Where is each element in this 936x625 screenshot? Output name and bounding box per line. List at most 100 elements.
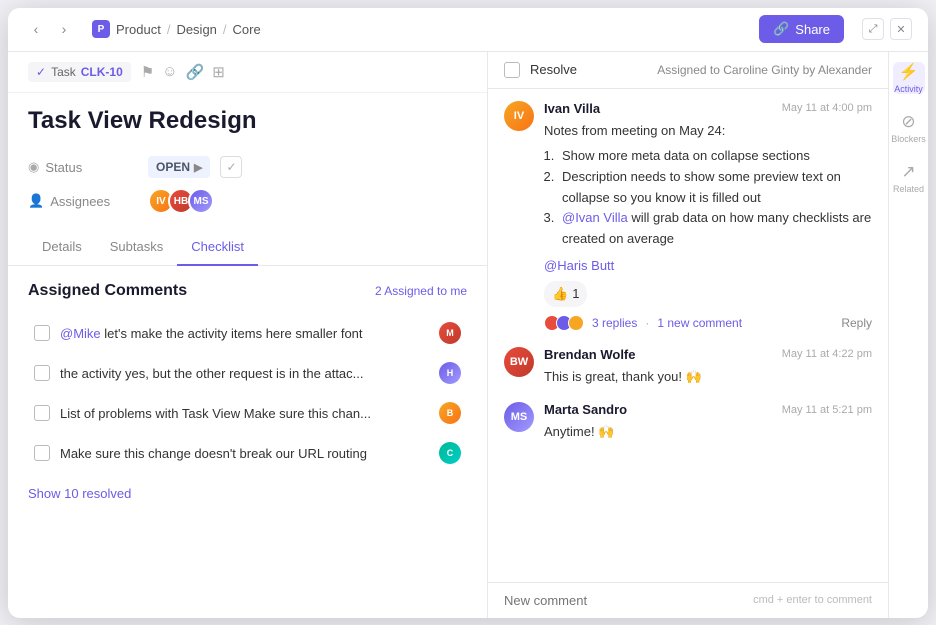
mention-ivan[interactable]: @Ivan Villa (562, 210, 628, 225)
list-item[interactable]: Make sure this change doesn't break our … (28, 434, 467, 472)
breadcrumb-product[interactable]: Product (116, 22, 161, 37)
breadcrumb-design[interactable]: Design (176, 22, 216, 37)
comment-author-ivan: Ivan Villa (544, 101, 600, 116)
task-fields: ◉ Status OPEN ▶ ✓ 👤 Assignees (8, 145, 487, 229)
comment-text-ivan: Notes from meeting on May 24: Show more … (544, 121, 872, 307)
comment-content-ivan: Ivan Villa May 11 at 4:00 pm Notes from … (544, 101, 872, 331)
comment-text-brendan: This is great, thank you! 🙌 (544, 367, 872, 387)
flag-icon[interactable]: ⚑ (141, 63, 154, 81)
window-minimize-button[interactable]: ⤢ (862, 18, 884, 40)
list-item[interactable]: List of problems with Task View Make sur… (28, 394, 467, 432)
sidebar-related-button[interactable]: ↗ Related (893, 162, 925, 194)
list-item-1: Show more meta data on collapse sections (558, 146, 872, 167)
comment-time-marta: May 11 at 5:21 pm (782, 404, 872, 416)
show-resolved-link[interactable]: Show 10 resolved (28, 486, 131, 501)
share-button[interactable]: 🔗 Share (759, 15, 844, 43)
checkbox-2[interactable] (34, 365, 50, 381)
comment-content-brendan: Brendan Wolfe May 11 at 4:22 pm This is … (544, 347, 872, 387)
tab-checklist[interactable]: Checklist (177, 229, 258, 266)
forward-button[interactable]: › (52, 17, 76, 41)
task-tag: ✓ Task CLK-10 (28, 62, 131, 82)
checklist-items: @Mike let's make the activity items here… (28, 314, 467, 472)
task-meta-bar: ✓ Task CLK-10 ⚑ ☺ 🔗 ⊞ (8, 52, 487, 93)
comment-avatar-marta: MS (504, 402, 534, 432)
list-item[interactable]: @Mike let's make the activity items here… (28, 314, 467, 352)
app-icon: P (92, 20, 110, 38)
comment-header-ivan: Ivan Villa May 11 at 4:00 pm (544, 101, 872, 116)
main-content: ✓ Task CLK-10 ⚑ ☺ 🔗 ⊞ Task View Redesign (8, 52, 928, 618)
blockers-icon: ⊘ (901, 112, 915, 132)
comment-text-marta: Anytime! 🙌 (544, 422, 872, 442)
checkbox-3[interactable] (34, 405, 50, 421)
list-item[interactable]: the activity yes, but the other request … (28, 354, 467, 392)
back-button[interactable]: ‹ (24, 17, 48, 41)
comment-input[interactable] (504, 593, 743, 608)
resolve-label: Resolve (530, 62, 577, 77)
comment-header-marta: Marta Sandro May 11 at 5:21 pm (544, 402, 872, 417)
item-avatar-2: H (439, 362, 461, 384)
reaction-count: 1 (572, 284, 579, 304)
item-avatar-1: M (439, 322, 461, 344)
mention-haris[interactable]: @Haris Butt (544, 258, 614, 273)
window-close-button[interactable]: ✕ (890, 18, 912, 40)
app-window: ‹ › P Product / Design / Core 🔗 Share ⤢ … (8, 8, 928, 618)
task-title: Task View Redesign (28, 107, 467, 136)
reaction-emoji: 👍 (552, 284, 568, 304)
assignees-field-label: 👤 Assignees (28, 193, 138, 209)
item-text-3: List of problems with Task View Make sur… (60, 406, 429, 421)
comment-block: MS Marta Sandro May 11 at 5:21 pm Anytim… (504, 402, 872, 442)
reply-button-ivan[interactable]: Reply (841, 316, 872, 330)
right-panel: Resolve Assigned to Caroline Ginty by Al… (488, 52, 928, 618)
assignees-field-row: 👤 Assignees IV HB MS (28, 183, 467, 219)
tab-details[interactable]: Details (28, 229, 96, 266)
comment-list-ivan: Show more meta data on collapse sections… (558, 146, 872, 250)
item-avatar-3: B (439, 402, 461, 424)
comment-block: IV Ivan Villa May 11 at 4:00 pm Notes fr… (504, 101, 872, 331)
related-icon: ↗ (901, 162, 915, 182)
item-text-1: @Mike let's make the activity items here… (60, 326, 429, 341)
reply-avatar-3 (568, 315, 584, 331)
task-tag-id: CLK-10 (81, 65, 123, 79)
comment-input-area: cmd + enter to comment (488, 582, 888, 618)
status-field-row: ◉ Status OPEN ▶ ✓ (28, 151, 467, 183)
titlebar: ‹ › P Product / Design / Core 🔗 Share ⤢ … (8, 8, 928, 52)
checkbox-1[interactable] (34, 325, 50, 341)
resolve-checkbox[interactable] (504, 62, 520, 78)
task-title-area: Task View Redesign (8, 93, 487, 146)
breadcrumb-core[interactable]: Core (233, 22, 261, 37)
comment-content-marta: Marta Sandro May 11 at 5:21 pm Anytime! … (544, 402, 872, 442)
comments-list: IV Ivan Villa May 11 at 4:00 pm Notes fr… (488, 89, 888, 582)
item-avatar-4: C (439, 442, 461, 464)
image-icon[interactable]: ⊞ (212, 63, 225, 81)
status-badge[interactable]: OPEN ▶ (148, 156, 210, 178)
comment-header-brendan: Brendan Wolfe May 11 at 4:22 pm (544, 347, 872, 362)
emoji-icon[interactable]: ☺ (162, 63, 177, 80)
reply-avatars (544, 315, 584, 331)
breadcrumb: P Product / Design / Core (92, 20, 261, 38)
checklist-section-header: Assigned Comments 2 Assigned to me (28, 282, 467, 300)
new-comment-link[interactable]: 1 new comment (657, 316, 742, 330)
item-text-4: Make sure this change doesn't break our … (60, 446, 429, 461)
activity-area: Resolve Assigned to Caroline Ginty by Al… (488, 52, 888, 618)
link-icon[interactable]: 🔗 (186, 63, 205, 81)
left-panel: ✓ Task CLK-10 ⚑ ☺ 🔗 ⊞ Task View Redesign (8, 52, 488, 618)
checklist-title: Assigned Comments (28, 282, 187, 300)
replies-count[interactable]: 3 replies (592, 316, 637, 330)
status-icon: ◉ (28, 159, 39, 175)
comment-time-ivan: May 11 at 4:00 pm (782, 102, 872, 114)
sidebar-blockers-button[interactable]: ⊘ Blockers (893, 112, 925, 144)
window-controls: ⤢ ✕ (862, 18, 912, 40)
assigned-badge[interactable]: 2 Assigned to me (375, 284, 467, 298)
checkbox-4[interactable] (34, 445, 50, 461)
assignees-avatars[interactable]: IV HB MS (148, 188, 214, 214)
reaction-button[interactable]: 👍 1 (544, 281, 587, 307)
avatar-3: MS (188, 188, 214, 214)
status-check-button[interactable]: ✓ (220, 156, 242, 178)
task-tag-icon: ✓ (36, 65, 46, 79)
sidebar-activity-button[interactable]: ⚡ Activity (893, 62, 925, 94)
list-item-2: Description needs to show some preview t… (558, 167, 872, 209)
tab-subtasks[interactable]: Subtasks (96, 229, 177, 266)
nav-buttons: ‹ › (24, 17, 76, 41)
list-item-3: @Ivan Villa will grab data on how many c… (558, 208, 872, 250)
blockers-label: Blockers (891, 134, 926, 144)
